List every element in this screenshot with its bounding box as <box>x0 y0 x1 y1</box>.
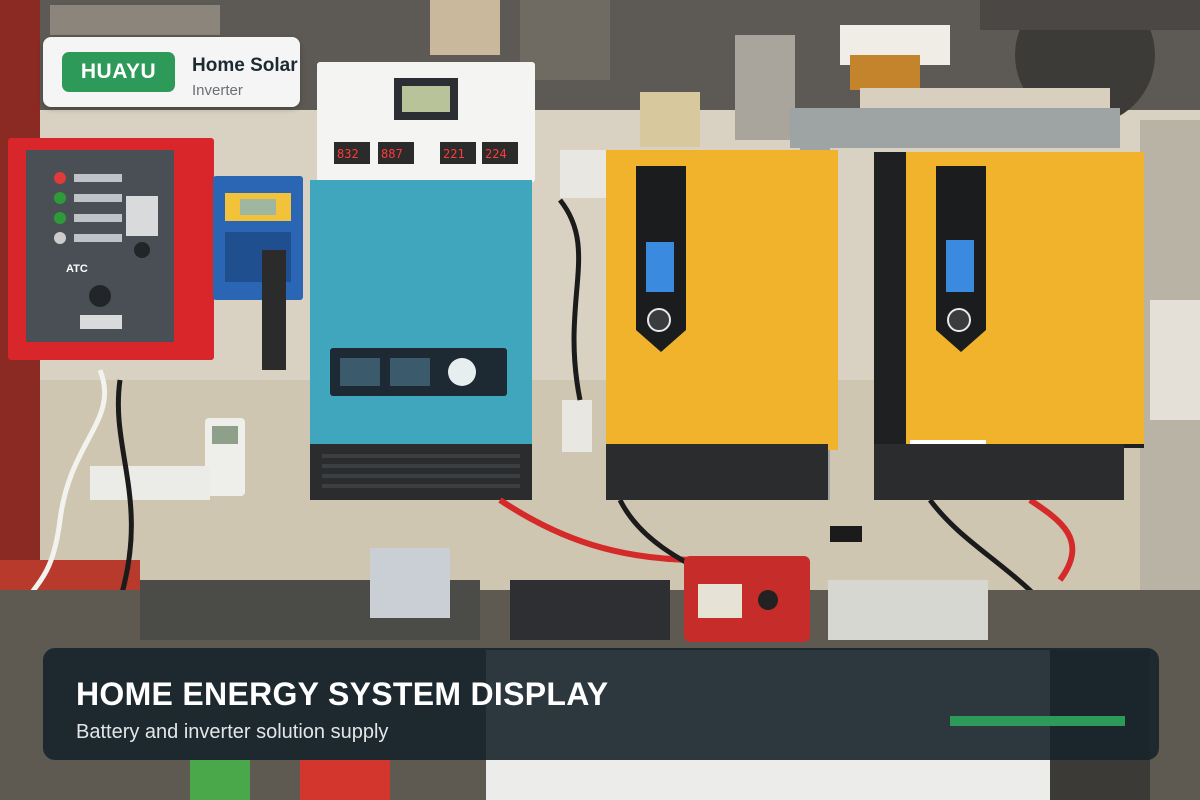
brand-subtitle: Inverter <box>192 82 243 99</box>
meter-reading-4: 224 <box>485 147 507 161</box>
caption-bar: HOME ENERGY SYSTEM DISPLAY Battery and i… <box>43 648 1159 760</box>
photo-stage: ATC 832 887 221 224 HUAYU Home Solar Inv… <box>0 0 1200 800</box>
brand-logo: HUAYU <box>62 52 175 92</box>
meter-reading-3: 221 <box>443 147 465 161</box>
brand-card: HUAYU Home Solar Inverter <box>43 37 300 107</box>
ats-label: ATC <box>66 263 88 275</box>
meter-reading-1: 832 <box>337 147 359 161</box>
caption-subtitle: Battery and inverter solution supply <box>76 721 389 743</box>
meter-reading-2: 887 <box>381 147 403 161</box>
brand-title: Home Solar <box>192 55 298 76</box>
caption-title: HOME ENERGY SYSTEM DISPLAY <box>76 676 609 712</box>
caption-accent-bar <box>950 716 1125 726</box>
